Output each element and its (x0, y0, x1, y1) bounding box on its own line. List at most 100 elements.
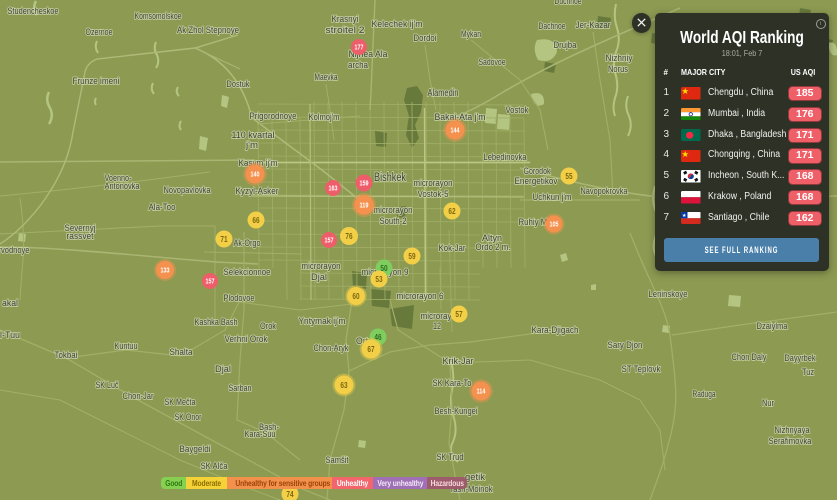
svg-text:Raduga: Raduga (693, 389, 716, 400)
svg-text:Dordoi: Dordoi (414, 33, 437, 44)
svg-text:157: 157 (206, 279, 215, 286)
svg-text:157: 157 (325, 238, 334, 245)
svg-text:Dachnoe: Dachnoe (539, 21, 566, 32)
svg-text:getik: getik (465, 472, 485, 483)
svg-text:Shalta: Shalta (170, 347, 194, 358)
svg-text:Samšit: Samšit (326, 455, 349, 466)
svg-text:akal: akal (2, 298, 18, 309)
svg-text:Studencheskoe: Studencheskoe (8, 6, 59, 17)
svg-text:Bishkek: Bishkek (374, 172, 406, 184)
svg-text:177: 177 (355, 45, 364, 52)
svg-text:Ozernoe: Ozernoe (86, 27, 113, 38)
svg-text:microrayon: microrayon (302, 261, 341, 272)
svg-text:j'm: j'm (245, 140, 258, 151)
svg-text:Tokbai: Tokbai (55, 350, 78, 361)
svg-text:rassvet: rassvet (67, 231, 94, 242)
svg-text:57: 57 (455, 310, 463, 319)
svg-text:159: 159 (360, 181, 369, 188)
svg-text:140: 140 (251, 172, 260, 179)
svg-text:Navopokrovka: Navopokrovka (581, 186, 629, 197)
svg-text:Leninskoye: Leninskoye (649, 289, 688, 300)
svg-text:Norus: Norus (608, 64, 628, 75)
svg-text:SK Luč: SK Luč (96, 380, 119, 391)
svg-text:53: 53 (375, 275, 383, 284)
svg-text:12: 12 (433, 321, 441, 332)
svg-text:Kyzyl-Asker: Kyzyl-Asker (236, 186, 279, 197)
svg-text:Kashka Bash: Kashka Bash (195, 317, 238, 328)
svg-text:microrayon: microrayon (414, 178, 453, 189)
svg-text:microrayon: microrayon (374, 205, 413, 216)
svg-text:Krasnyi: Krasnyi (332, 14, 359, 25)
svg-text:Dostuk: Dostuk (227, 79, 250, 90)
svg-text:Ordo 2 m.: Ordo 2 m. (476, 242, 511, 253)
svg-text:Lebedinovka: Lebedinovka (484, 152, 528, 163)
svg-text:Duchnoe: Duchnoe (555, 0, 582, 7)
svg-text:Sary Djon: Sary Djon (608, 340, 643, 351)
svg-text:Nur: Nur (762, 398, 774, 409)
svg-text:Tuz: Tuz (802, 367, 814, 378)
svg-text:Frunze imeni: Frunze imeni (73, 76, 120, 87)
svg-text:60: 60 (352, 292, 360, 301)
svg-text:163: 163 (329, 186, 338, 193)
svg-text:Uchkun j'm: Uchkun j'm (533, 192, 572, 203)
svg-text:★: ★ (681, 87, 689, 96)
svg-text:Baygeldi: Baygeldi (180, 444, 211, 455)
svg-text:Nizhnyaya: Nizhnyaya (775, 425, 811, 436)
svg-text:Mykan: Mykan (461, 29, 481, 40)
svg-text:144: 144 (451, 128, 460, 135)
svg-text:★: ★ (682, 213, 687, 219)
svg-text:Novopavlovka: Novopavlovka (164, 185, 212, 196)
svg-text:SK Onor: SK Onor (175, 412, 202, 423)
svg-text:Vostok-5: Vostok-5 (418, 189, 449, 200)
svg-text:Kuntuu: Kuntuu (115, 341, 138, 352)
svg-text:Sadovoe: Sadovoe (479, 57, 506, 68)
svg-text:Serafimovka: Serafimovka (769, 436, 813, 447)
svg-text:71: 71 (220, 235, 228, 244)
svg-text:67: 67 (367, 345, 375, 354)
svg-text:Chon-Jar: Chon-Jar (123, 391, 154, 402)
svg-text:ST Teplovk: ST Teplovk (622, 364, 661, 375)
svg-text:Chon-Aryk: Chon-Aryk (314, 343, 349, 354)
svg-text:Voenno-: Voenno- (105, 173, 132, 184)
svg-text:76: 76 (345, 232, 353, 241)
svg-text:Plodovoe: Plodovoe (224, 293, 255, 304)
svg-text:63: 63 (340, 381, 348, 390)
svg-text:Kolmoj'm: Kolmoj'm (309, 112, 340, 123)
svg-text:Besh-Kungei: Besh-Kungei (435, 406, 478, 417)
svg-text:119: 119 (360, 203, 369, 210)
svg-text:59: 59 (408, 252, 416, 261)
svg-text:SK Mečta: SK Mečta (165, 397, 197, 408)
svg-text:Prigorodnoye: Prigorodnoye (250, 111, 297, 122)
svg-text:South-2: South-2 (380, 216, 407, 227)
svg-text:Energetikov: Energetikov (515, 176, 558, 187)
svg-text:microrayon 6: microrayon 6 (397, 291, 444, 302)
svg-text:Ak Zhol Stepnoye: Ak Zhol Stepnoye (177, 25, 239, 36)
svg-text:114: 114 (477, 389, 486, 396)
svg-text:Jer-Kazar: Jer-Kazar (576, 20, 611, 31)
svg-text:Alamedin: Alamedin (428, 88, 459, 99)
svg-text:Kok-Jar: Kok-Jar (439, 243, 466, 254)
svg-text:Sarban: Sarban (229, 383, 252, 394)
svg-text:Verhni Orok: Verhni Orok (225, 334, 268, 345)
svg-text:Kara-Djigach: Kara-Djigach (532, 325, 579, 336)
svg-text:l-Tuu: l-Tuu (0, 330, 20, 341)
svg-text:Yntymak ij'm: Yntymak ij'm (299, 316, 346, 327)
svg-text:SK Trud: SK Trud (437, 452, 464, 463)
svg-text:74: 74 (286, 490, 294, 499)
svg-text:Chon Daly: Chon Daly (732, 352, 767, 363)
svg-text:rvodnoye: rvodnoye (0, 245, 30, 256)
svg-text:Komsomolskoe: Komsomolskoe (135, 11, 182, 22)
svg-text:Vostok: Vostok (506, 105, 529, 116)
svg-text:Drujba: Drujba (554, 40, 578, 51)
svg-text:SK Alča: SK Alča (201, 461, 229, 472)
svg-text:133: 133 (161, 268, 170, 275)
svg-text:★: ★ (681, 150, 689, 159)
svg-text:Ak-Orgo: Ak-Orgo (234, 238, 261, 249)
svg-text:Krik-Jar: Krik-Jar (443, 356, 474, 367)
svg-text:62: 62 (448, 207, 456, 216)
svg-text:SK Kara-To: SK Kara-To (433, 378, 472, 389)
svg-text:Selekcionnoe: Selekcionnoe (224, 267, 271, 278)
svg-text:Dayyrbek: Dayyrbek (785, 353, 816, 364)
svg-text:Dzaiylma: Dzaiylma (757, 321, 789, 332)
svg-text:105: 105 (550, 222, 559, 229)
